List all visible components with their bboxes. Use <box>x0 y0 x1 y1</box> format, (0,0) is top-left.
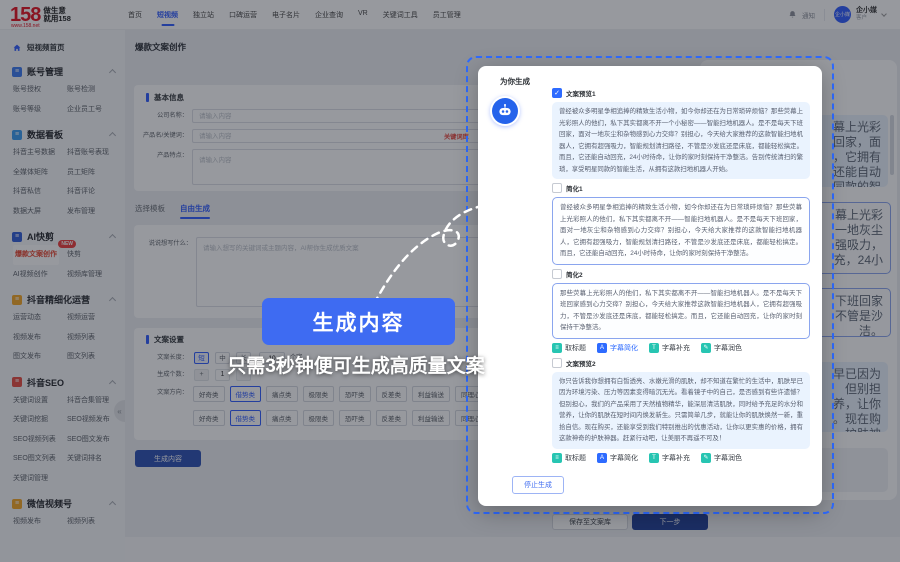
copy-preview-2-label: 文案预览2 <box>566 358 596 368</box>
app-root: 158 www.158.net 做生意 就用158 首页 短视频 独立站 口碑运… <box>0 0 900 562</box>
action-label: 字幕补充 <box>662 453 690 463</box>
subtitle-supplement-icon: T <box>649 343 659 353</box>
stop-generation-button[interactable]: 停止生成 <box>512 476 564 494</box>
modal-body: 文案预览1 曾经被众多明星争相追捧的精致生活小物，如今你却还在为日常琐碎烦恼？那… <box>552 88 810 468</box>
checkbox-unchecked[interactable] <box>552 183 562 193</box>
subtitle-simplify-action[interactable]: A字幕简化 <box>597 343 638 353</box>
subtitle-simplify-icon: A <box>597 343 607 353</box>
action-label: 字幕简化 <box>610 453 638 463</box>
action-label: 字幕简化 <box>610 343 638 353</box>
tutorial-caption: 只需3秒钟便可生成高质量文案 <box>200 351 512 378</box>
action-label: 取标题 <box>565 343 586 353</box>
copy-action-row: ≡取标题 A字幕简化 T字幕补充 ✎字幕润色 <box>552 453 810 463</box>
copy-preview-1-text[interactable]: 曾经被众多明星争相追捧的精致生活小物，如今你却还在为日常琐碎烦恼？那些荧幕上光彩… <box>552 102 810 179</box>
checkbox-checked[interactable] <box>552 88 562 98</box>
subtitle-supplement-action[interactable]: T字幕补充 <box>649 343 690 353</box>
tutorial-generate-button[interactable]: 生成内容 <box>262 298 455 345</box>
modal-title: 为你生成 <box>500 76 530 87</box>
ai-robot-avatar-icon <box>490 96 520 126</box>
copy-preview-1-label: 文案预览1 <box>566 88 596 98</box>
action-label: 取标题 <box>565 453 586 463</box>
subtitle-polish-icon: ✎ <box>701 343 711 353</box>
dashed-arrow-icon <box>340 192 500 307</box>
subtitle-supplement-action[interactable]: T字幕补充 <box>649 453 690 463</box>
get-title-action[interactable]: ≡取标题 <box>552 343 586 353</box>
subtitle-simplify-action[interactable]: A字幕简化 <box>597 453 638 463</box>
copy-action-row: ≡取标题 A字幕简化 T字幕补充 ✎字幕润色 <box>552 343 810 353</box>
simplified-1-text[interactable]: 曾经被众多明星争相追捧的精致生活小物，如今你却还在为日常琐碎烦恼？那些荧幕上光彩… <box>552 197 810 265</box>
subtitle-simplify-icon: A <box>597 453 607 463</box>
get-title-icon: ≡ <box>552 343 562 353</box>
action-label: 字幕润色 <box>714 453 742 463</box>
simplified-2-text[interactable]: 那些荧幕上光彩照人的他们，私下其实都离不开——智能扫地机器人。是不是每天下班回家… <box>552 283 810 339</box>
action-label: 字幕润色 <box>714 343 742 353</box>
checkbox-unchecked[interactable] <box>552 269 562 279</box>
subtitle-polish-action[interactable]: ✎字幕润色 <box>701 343 742 353</box>
subtitle-supplement-icon: T <box>649 453 659 463</box>
copy-preview-2-text[interactable]: 你只告诉我你想拥有白皙透亮、水嫩光滑的肌肤，却不知道在繁忙的生活中，肌肤早已因为… <box>552 372 810 449</box>
simplified-2-label: 简化2 <box>566 269 583 279</box>
generation-result-modal: 为你生成 文案预览1 曾经被众多明星争相追捧的精致生活小物，如今你却还在为日常琐… <box>478 66 822 506</box>
subtitle-polish-action[interactable]: ✎字幕润色 <box>701 453 742 463</box>
subtitle-polish-icon: ✎ <box>701 453 711 463</box>
action-label: 字幕补充 <box>662 343 690 353</box>
get-title-action[interactable]: ≡取标题 <box>552 453 586 463</box>
checkbox-unchecked[interactable] <box>552 358 562 368</box>
simplified-1-label: 简化1 <box>566 183 583 193</box>
get-title-icon: ≡ <box>552 453 562 463</box>
